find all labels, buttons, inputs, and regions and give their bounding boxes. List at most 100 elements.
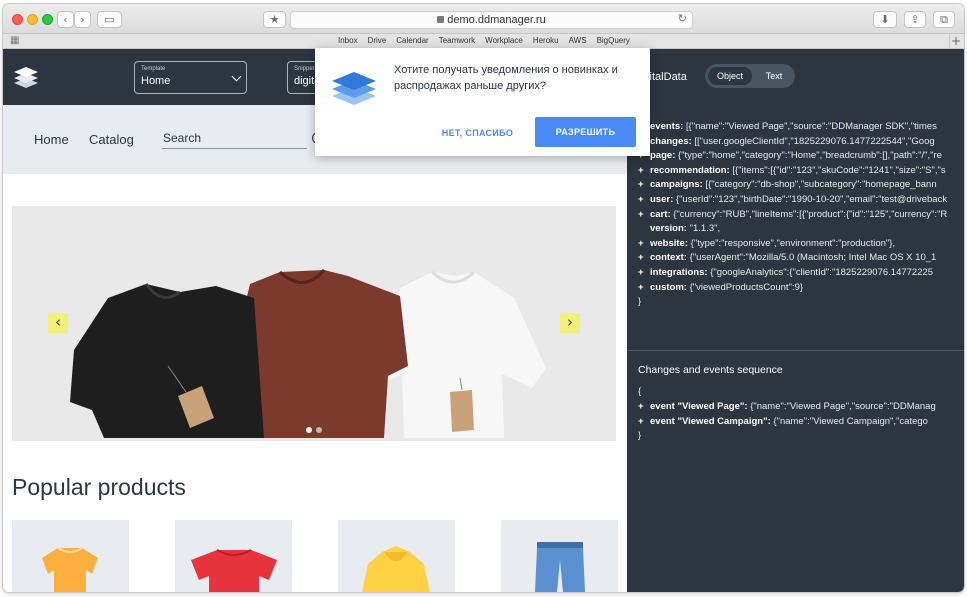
entry-value: {"userAgent":"Mozilla/5.0 (Macintosh; In… — [689, 252, 937, 264]
product-card[interactable] — [12, 520, 129, 592]
expand-icon[interactable]: + — [638, 400, 650, 415]
event-name: event "Viewed Campaign" — [650, 415, 768, 427]
layers-logo-icon — [14, 67, 38, 88]
digitaldata-panel: igitalData Object Text { +events: [{"nam… — [627, 49, 964, 592]
entry-value: {"googleAnalytics":{"clientId":"18252290… — [710, 267, 934, 278]
entry-value: {"viewedProductsCount":9} — [689, 281, 804, 293]
data-entry-row[interactable]: + campaigns: [{"category":"db-shop","subc… — [638, 178, 937, 193]
data-entry-row[interactable]: +page: {"type":"home","category":"Home",… — [638, 149, 942, 164]
nav-home-link[interactable]: Home — [34, 132, 69, 147]
entry-key: context — [650, 252, 684, 264]
entry-value: [{"category":"db-shop","subcategory":"ho… — [705, 179, 937, 191]
allow-button[interactable]: РАЗРЕШИТЬ — [535, 117, 636, 147]
bookmark-item[interactable]: Workplace — [485, 35, 523, 47]
event-name: event "Viewed Page" — [650, 401, 745, 412]
nav-catalog-link[interactable]: Catalog — [89, 132, 134, 147]
search-input[interactable]: Search — [163, 131, 201, 145]
reload-icon[interactable]: ↻ — [678, 12, 687, 25]
jeans-image — [535, 542, 585, 592]
expand-icon[interactable]: + — [638, 281, 650, 296]
entry-value: [["user.googleClientId","1825229076.1477… — [694, 135, 935, 147]
product-card[interactable] — [175, 520, 292, 592]
star-icon: ★ — [269, 13, 280, 26]
new-tab-button[interactable]: + — [949, 34, 962, 48]
carousel-prev-button[interactable]: ‹ — [48, 313, 68, 333]
forward-button[interactable]: › — [74, 11, 91, 28]
data-entry-row[interactable]: + integrations: {"googleAnalytics":{"clie… — [638, 266, 933, 281]
bookmarks-list: Inbox Drive Calendar Teamwork Workplace Herok… — [338, 35, 630, 47]
data-entry-row[interactable]: +changes: [["user.googleClientId","18252… — [638, 135, 935, 150]
tab-text[interactable]: Text — [755, 67, 793, 85]
expand-icon[interactable]: + — [638, 415, 650, 430]
chevron-left-icon: ‹ — [63, 13, 68, 26]
bookmark-item[interactable]: Drive — [368, 35, 387, 47]
close-window-button[interactable] — [12, 14, 23, 25]
url-text: demo.ddmanager.ru — [447, 14, 546, 26]
minimize-window-button[interactable] — [27, 14, 38, 25]
bookmark-item[interactable]: BigQuery — [597, 35, 630, 47]
data-entry-row[interactable]: +events: [{"name":"Viewed Page","source"… — [638, 120, 937, 135]
product-card[interactable] — [338, 520, 455, 592]
data-entry-row[interactable]: + custom: {"viewedProductsCount":9} — [638, 281, 803, 296]
tshirts-banner-image — [12, 206, 616, 441]
carousel-dot[interactable] — [306, 427, 312, 433]
entry-key: version — [650, 223, 684, 235]
address-bar[interactable]: demo.ddmanager.ru ↻ — [290, 11, 693, 29]
event-row[interactable]: + event "Viewed Campaign": {"name":"Viewe… — [638, 415, 928, 430]
expand-icon[interactable]: + — [638, 266, 650, 281]
bookmark-item[interactable]: Calendar — [396, 35, 428, 47]
download-icon: ⬇ — [880, 13, 890, 26]
entry-key: campaigns — [650, 179, 700, 191]
entry-key: cart — [650, 208, 668, 220]
downloads-button[interactable]: ⬇ — [873, 11, 897, 28]
expand-icon[interactable]: + — [638, 193, 650, 208]
data-entry-row[interactable]: + context: {"userAgent":"Mozilla/5.0 (Mac… — [638, 251, 936, 266]
product-card[interactable] — [501, 520, 618, 592]
entry-value: {"type":"responsive","environment":"prod… — [690, 237, 896, 249]
entry-key: events — [650, 121, 681, 132]
tab-object[interactable]: Object — [708, 67, 752, 85]
decline-button[interactable]: НЕТ, СПАСИБО — [439, 124, 516, 142]
tabs-overview-button[interactable]: ⧉ — [933, 11, 955, 28]
yellow-hoodie-image — [362, 546, 430, 592]
chevron-right-icon: › — [80, 13, 85, 26]
data-entry-row[interactable]: + website: {"type":"responsive","environm… — [638, 237, 895, 252]
plus-icon: + — [950, 34, 962, 48]
data-entry-row[interactable]: + cart: {"currency":"RUB","lineItems":[{"… — [638, 208, 947, 223]
carousel-dot[interactable] — [316, 427, 322, 433]
event-row[interactable]: + event "Viewed Page": {"name":"Viewed Pa… — [638, 400, 936, 415]
share-button[interactable]: ⇪ — [904, 11, 926, 28]
expand-icon[interactable]: + — [638, 237, 650, 252]
data-entry-row[interactable]: + user: {"userId":"123","birthDate":"1990… — [638, 193, 947, 208]
grid-icon[interactable]: ▦ — [10, 36, 19, 46]
lock-icon — [437, 16, 445, 23]
expand-icon[interactable]: + — [638, 178, 650, 193]
maximize-window-button[interactable] — [42, 14, 53, 25]
entry-value: [{"items":[{"id":"123","skuCode":"1241",… — [732, 164, 946, 176]
layers-icon — [332, 72, 376, 105]
bookmark-item[interactable]: Heroku — [533, 35, 559, 47]
bookmark-item[interactable]: Inbox — [338, 35, 358, 47]
bookmark-item[interactable]: Teamwork — [439, 35, 475, 47]
chevron-right-icon: › — [567, 313, 573, 331]
bookmark-button[interactable]: ★ — [263, 11, 286, 28]
entry-key: user — [650, 194, 671, 205]
expand-icon[interactable]: + — [638, 251, 650, 266]
expand-icon[interactable]: + — [638, 208, 650, 223]
back-button[interactable]: ‹ — [57, 11, 74, 28]
carousel-next-button[interactable]: › — [560, 313, 580, 333]
browser-window: ‹ › ▭ ★ ⊕ demo.ddmanager.ru ↻ ⬇ ⇪ ⧉ ▦ In… — [3, 4, 964, 592]
template-select[interactable]: Template Home — [134, 61, 247, 94]
popular-products-title: Popular products — [12, 474, 186, 500]
data-entry-row: version: "1.1.3", — [650, 223, 721, 235]
tabs-icon: ⧉ — [940, 13, 948, 26]
sidebar-toggle-button[interactable]: ▭ — [97, 11, 122, 28]
sequence-open-brace: { — [638, 386, 642, 397]
bookmark-item[interactable]: AWS — [569, 35, 587, 47]
sequence-title: Changes and events sequence — [638, 364, 783, 376]
red-tshirt-image — [191, 549, 277, 592]
favorites-bar: ▦ Inbox Drive Calendar Teamwork Workplace Her… — [3, 34, 964, 49]
expand-icon[interactable]: + — [638, 164, 650, 179]
data-entry-row[interactable]: + recommendation: [{"items":[{"id":"123",… — [638, 164, 946, 179]
sequence-close-brace: } — [638, 430, 642, 441]
